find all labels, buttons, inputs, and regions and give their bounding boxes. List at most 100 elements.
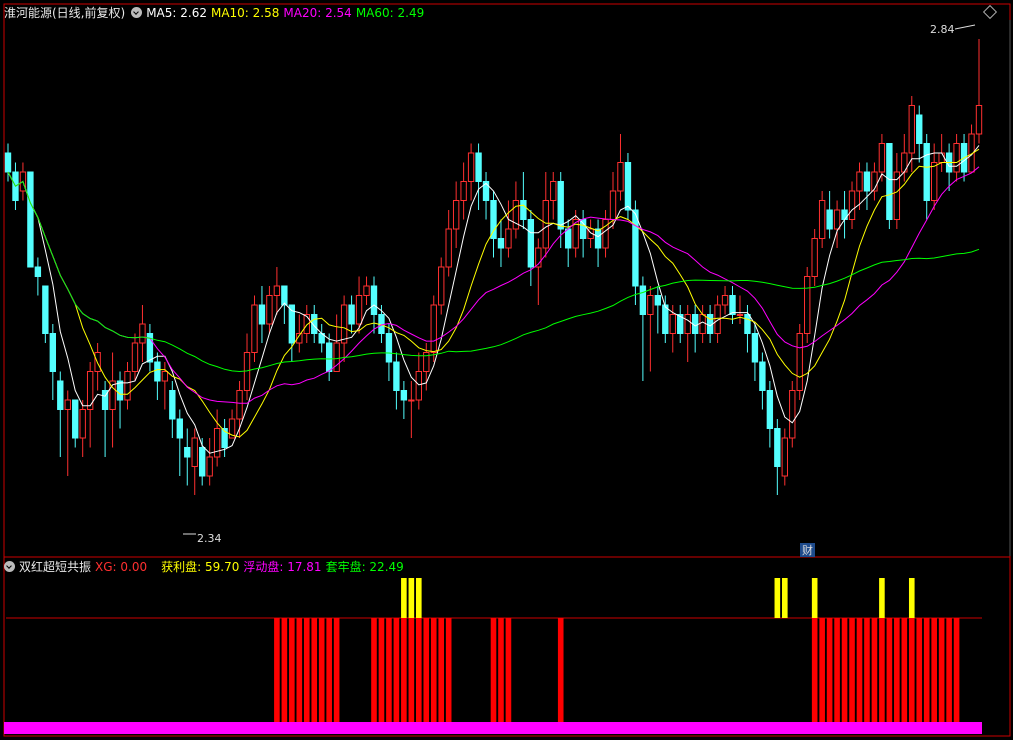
candle [871, 162, 878, 201]
candle [460, 162, 467, 220]
signal-bar-red [931, 618, 937, 722]
candle [27, 171, 34, 268]
candle [699, 305, 706, 343]
candle-body [781, 437, 788, 477]
candle-body [804, 276, 811, 334]
candle [243, 333, 251, 400]
locked-label: 套牢盘: 22.49 [325, 560, 404, 574]
candle-body [811, 238, 818, 277]
candle [796, 324, 803, 400]
candle [475, 143, 482, 210]
candle [677, 305, 684, 343]
candle-body [281, 285, 288, 306]
candle [131, 333, 139, 381]
candle-body [213, 428, 221, 458]
candle [325, 333, 333, 381]
candle [184, 428, 191, 486]
candle [811, 229, 818, 286]
candle-body [826, 209, 833, 230]
high-price-label: 2.84 [930, 23, 955, 36]
candle [602, 210, 609, 258]
candle-body [408, 399, 415, 402]
candle-body [161, 371, 169, 382]
candle-body [400, 390, 408, 401]
candle-body [191, 437, 198, 467]
candle [221, 419, 228, 457]
stock-chart: 2.34 2.84 财 [3, 3, 1011, 737]
signal-bar-red [826, 618, 833, 722]
candle-body [759, 361, 766, 391]
candle-body [206, 456, 213, 477]
candle-body [169, 390, 176, 420]
candle [258, 286, 266, 343]
signal-bar-red [557, 618, 564, 722]
signal-bar-red [423, 618, 430, 722]
candle-body [789, 390, 796, 439]
candle [363, 276, 370, 305]
candle-body [908, 105, 915, 154]
signal-bar-red [311, 618, 318, 722]
chevron-down-icon[interactable] [4, 561, 15, 572]
signal-bar-red [856, 618, 863, 722]
ma5-line [7, 145, 980, 454]
candle [251, 295, 258, 362]
candle [624, 153, 632, 220]
candle-body [236, 390, 243, 420]
signal-bar-red [901, 618, 908, 722]
signal-bar-red [894, 618, 900, 722]
candle-body [415, 371, 422, 401]
signal-bar-red [393, 618, 400, 722]
candle [400, 381, 408, 419]
signal-baseline-bar [4, 722, 982, 734]
candle-body [72, 399, 79, 439]
candle [691, 305, 699, 353]
candle [57, 371, 64, 457]
candle-body [721, 295, 729, 306]
candle-body [79, 409, 86, 439]
signal-bar-red [908, 618, 915, 722]
candle [86, 362, 94, 448]
candle [886, 143, 893, 229]
candle [647, 286, 654, 372]
candle [527, 210, 535, 286]
candle-body [602, 219, 609, 249]
candle [736, 295, 744, 324]
candle [497, 219, 505, 267]
candle-body [4, 152, 12, 173]
candle-body [975, 105, 983, 135]
candle [953, 134, 960, 182]
candle [348, 295, 355, 334]
signal-bar-red [938, 618, 945, 722]
candle-body [355, 295, 363, 325]
candle [445, 210, 452, 277]
signal-bar-red [871, 618, 878, 722]
candle-body [856, 171, 863, 192]
candle-body [445, 228, 452, 268]
candle-body [774, 428, 781, 467]
signal-bar-red [416, 618, 422, 722]
candle [512, 181, 520, 239]
signal-bar-yellow [401, 578, 407, 618]
candle-body [430, 304, 437, 353]
candle-body [953, 143, 960, 173]
sub-chart-header: 双红超短共振 XG: 0.00 获利盘: 59.70 浮动盘: 17.81 套牢盘: 2… [4, 559, 408, 575]
candle [542, 172, 549, 258]
candle-body [729, 295, 736, 315]
candle [535, 238, 542, 305]
candle [49, 324, 57, 400]
candle [72, 399, 79, 448]
signal-bar-red [296, 618, 303, 722]
candle-body [565, 228, 572, 249]
finance-event-badge-label: 财 [802, 543, 813, 557]
candle-body [699, 314, 706, 334]
candle [408, 381, 415, 438]
candle [490, 191, 497, 258]
candle-body [393, 361, 400, 391]
signal-bar-yellow [774, 578, 781, 618]
xg-label: XG: 0.00 [95, 560, 148, 574]
candle-body [662, 304, 669, 334]
candle-body [176, 418, 183, 439]
candle-body [251, 304, 258, 353]
chevron-down-icon[interactable] [131, 7, 143, 18]
candle-body [841, 209, 848, 220]
